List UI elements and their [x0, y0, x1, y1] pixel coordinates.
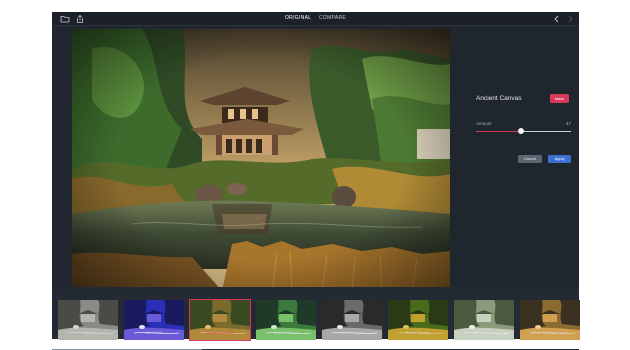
forward-arrow-icon[interactable] — [565, 14, 575, 24]
filter-label[interactable]: Brush Strokes — [385, 330, 451, 335]
filter-label[interactable]: Atlantic Beach — [253, 330, 319, 335]
slider-thumb[interactable] — [517, 128, 524, 134]
amount-label: Amount — [476, 121, 492, 126]
amount-slider[interactable] — [476, 128, 571, 134]
compare-button[interactable]: COMPARE — [319, 15, 346, 21]
filter-label[interactable]: Color Charcoal Sketch — [451, 330, 517, 335]
slider-fill — [476, 130, 521, 132]
filter-label[interactable]: Alien Skin — [121, 330, 187, 335]
filter-label[interactable]: Color Sunlight Spots — [517, 330, 583, 335]
filter-title: Ancient Canvas — [476, 95, 522, 102]
amount-value: 47 — [565, 121, 571, 126]
original-button[interactable]: ORIGINAL — [285, 15, 311, 21]
view-mode-switch: ORIGINAL COMPARE — [52, 15, 579, 21]
filter-label[interactable]: B&W Grained — [319, 330, 385, 335]
filter-label[interactable]: Aged — [55, 330, 121, 335]
filter-label[interactable]: Ancient Canvas — [187, 330, 253, 335]
mask-button[interactable]: Mask — [550, 94, 569, 103]
top-toolbar: ORIGINAL COMPARE — [52, 12, 579, 26]
cancel-button[interactable]: Cancel — [518, 155, 542, 163]
apply-button[interactable]: Apply — [548, 155, 571, 163]
photo-preview[interactable] — [72, 29, 450, 291]
back-arrow-icon[interactable] — [552, 14, 562, 24]
photo-editor-window: ORIGINAL COMPARE Ancient Canvas Mask Amo… — [52, 12, 580, 350]
